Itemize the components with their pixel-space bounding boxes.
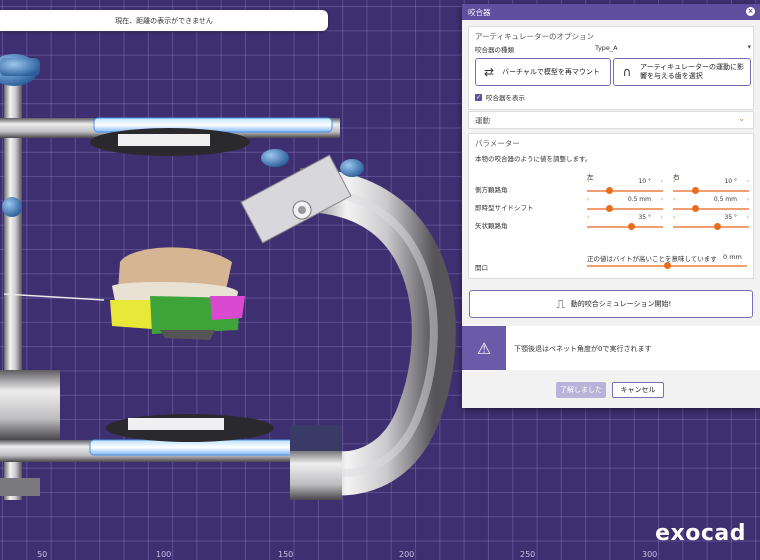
chevron-left-icon[interactable]: ‹ — [673, 196, 675, 203]
remount-label: バーチャルで模型を再マウント — [502, 67, 600, 76]
ruler-tick: 200 — [399, 550, 415, 559]
left-value: 0.5 mm — [627, 196, 651, 203]
chevron-right-icon[interactable]: › — [661, 214, 663, 221]
articulator-type-select[interactable]: Type_A ▾ — [595, 43, 751, 54]
warning-banner: ⚠ 下顎後退はベネット角度が0で実行されます — [462, 326, 760, 370]
movement-section[interactable]: 運動 ⌄ — [468, 111, 754, 129]
close-icon[interactable]: × — [746, 7, 755, 16]
opening-label: 開口 — [475, 264, 488, 272]
left-slider[interactable] — [587, 222, 663, 232]
chevron-right-icon[interactable]: › — [747, 196, 749, 203]
chevron-right-icon[interactable]: › — [747, 178, 749, 185]
swap-arrows-icon: ⇄ — [483, 64, 495, 79]
chevron-left-icon[interactable]: ‹ — [587, 178, 589, 185]
chevron-down-icon: ⌄ — [738, 114, 745, 123]
start-simulation-button[interactable]: ⎍ 動的咬合シミュレーション開始! — [469, 290, 753, 318]
articulator-type-value: Type_A — [595, 44, 618, 52]
slider-track — [587, 226, 663, 228]
ruler-tick: 150 — [278, 550, 294, 559]
remount-model-button[interactable]: ⇄ バーチャルで模型を再マウント — [475, 58, 611, 86]
arch-icon: ∩ — [622, 64, 632, 79]
chevron-left-icon[interactable]: ‹ — [673, 214, 675, 221]
parameters-section: パラメーター 本物の咬合器のように値を調整します。 左 右 側方顆路角 ‹ 10 °… — [468, 133, 754, 279]
status-text: 現在、距離の表示ができません — [115, 16, 213, 25]
ruler-tick: 300 — [642, 550, 658, 559]
simulation-label: 動的咬合シミュレーション開始! — [570, 299, 672, 308]
slider-track — [587, 208, 663, 210]
chevron-left-icon[interactable]: ‹ — [673, 178, 675, 185]
bottom-ruler: 50 100 150 200 250 300 — [0, 546, 760, 560]
right-slider[interactable] — [673, 204, 749, 214]
right-value: 0.5 mm — [713, 196, 737, 203]
parameter-label: 矢状顆路角 — [475, 222, 508, 230]
section-title: アーティキュレーターのオプション — [475, 32, 594, 41]
slider-knob[interactable] — [663, 262, 671, 269]
left-slider[interactable] — [587, 186, 663, 196]
select-teeth-label: アーティキュレーターの運動に影響を与える歯を選択 — [640, 63, 745, 80]
chevron-right-icon[interactable]: › — [661, 178, 663, 185]
left-value: 10 ° — [638, 178, 651, 185]
show-articulator-checkbox[interactable]: ✓ 咬合器を表示 — [475, 92, 525, 102]
articulator-type-label: 咬合器の種類 — [475, 46, 514, 54]
check-icon: ✓ — [475, 93, 482, 101]
ruler-tick: 250 — [520, 550, 536, 559]
chevron-left-icon[interactable]: ‹ — [587, 214, 589, 221]
parameters-description: 本物の咬合器のように値を調整します。 — [475, 155, 592, 163]
slider-knob[interactable] — [606, 205, 614, 212]
left-value: 35 ° — [638, 214, 651, 221]
slider-track — [673, 226, 749, 228]
slider-knob[interactable] — [692, 187, 700, 194]
movement-title: 運動 — [475, 116, 490, 125]
slider-knob[interactable] — [628, 223, 636, 230]
slider-knob[interactable] — [714, 223, 722, 230]
select-teeth-button[interactable]: ∩ アーティキュレーターの運動に影響を与える歯を選択 — [613, 58, 751, 86]
parameter-label: 側方顆路角 — [475, 186, 508, 194]
slider-track — [587, 190, 663, 192]
opening-slider[interactable] — [587, 261, 747, 271]
dialog-titlebar: 咬合器 × — [462, 4, 760, 20]
show-articulator-label: 咬合器を表示 — [486, 94, 525, 102]
warning-icon: ⚠ — [462, 326, 506, 370]
right-slider[interactable] — [673, 186, 749, 196]
chevron-right-icon[interactable]: › — [747, 214, 749, 221]
slider-track — [673, 190, 749, 192]
simulation-icon: ⎍ — [556, 296, 565, 311]
articulator-dialog: 咬合器 × アーティキュレーターのオプション 咬合器の種類 Type_A ▾ ⇄… — [462, 4, 760, 408]
slider-track — [673, 208, 749, 210]
ruler-tick: 100 — [156, 550, 172, 559]
warning-text: 下顎後退はベネット角度が0で実行されます — [514, 345, 652, 353]
cancel-button[interactable]: キャンセル — [612, 382, 664, 398]
ok-button[interactable]: 了解しました — [556, 382, 606, 398]
articulator-options-section: アーティキュレーターのオプション 咬合器の種類 Type_A ▾ ⇄ バーチャル… — [468, 26, 754, 110]
parameters-title: パラメーター — [475, 139, 520, 148]
right-value: 10 ° — [724, 178, 737, 185]
left-slider[interactable] — [587, 204, 663, 214]
ruler-tick: 50 — [37, 550, 48, 559]
slider-knob[interactable] — [606, 187, 614, 194]
chevron-right-icon[interactable]: › — [661, 196, 663, 203]
slider-knob[interactable] — [692, 205, 700, 212]
distance-status-bar: 現在、距離の表示ができません — [0, 10, 328, 31]
chevron-left-icon[interactable]: ‹ — [587, 196, 589, 203]
exocad-logo: exocad — [655, 521, 746, 546]
right-value: 35 ° — [724, 214, 737, 221]
right-slider[interactable] — [673, 222, 749, 232]
opening-value: 0 mm — [723, 253, 742, 261]
parameter-label: 即時型サイドシフト — [475, 204, 534, 212]
dialog-title: 咬合器 — [468, 7, 491, 17]
dropdown-arrow-icon: ▾ — [747, 43, 751, 51]
